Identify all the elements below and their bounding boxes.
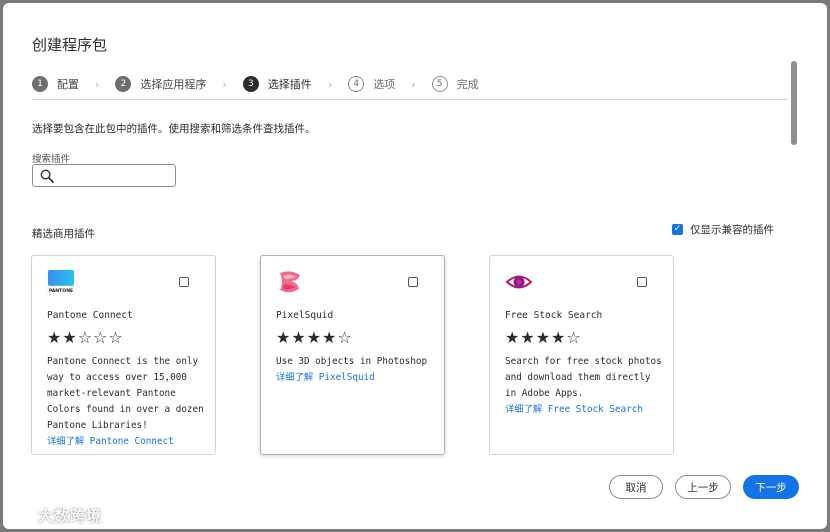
- plugin-name: PixelSquid: [276, 310, 334, 321]
- section-title: 精选商用插件: [32, 228, 95, 240]
- star-rating: ★★★★☆: [276, 328, 353, 347]
- step-label: 配置: [57, 78, 79, 91]
- chevron-right-icon: ›: [95, 77, 100, 91]
- plugin-description-text: Search for free stock photos and downloa…: [505, 356, 662, 399]
- page-description: 选择要包含在此包中的插件。使用搜索和筛选条件查找插件。: [32, 123, 316, 135]
- learn-more-link[interactable]: 详细了解 Pantone Connect: [47, 436, 174, 447]
- search-field[interactable]: [32, 164, 176, 187]
- step-number: 2: [115, 76, 132, 92]
- chevron-right-icon: ›: [222, 77, 227, 91]
- watermark: 大数跨境: [4, 503, 102, 527]
- chevron-right-icon: ›: [411, 77, 416, 91]
- watermark-text: 大数跨境: [38, 506, 103, 525]
- card-checkbox[interactable]: [408, 277, 418, 287]
- next-button[interactable]: 下一步: [743, 475, 799, 499]
- step-label: 选择应用程序: [140, 78, 207, 91]
- stepper: 1 配置 › 2 选择应用程序 › 3 选择插件 › 4 选项 › 5 完成: [32, 72, 479, 96]
- step-number: 3: [242, 76, 259, 92]
- step-number: 1: [32, 76, 48, 92]
- plugin-description-text: Use 3D objects in Photoshop: [276, 356, 428, 367]
- step-select-plugins[interactable]: 3 选择插件: [242, 76, 312, 92]
- learn-more-link[interactable]: 详细了解 PixelSquid: [276, 372, 375, 383]
- eye-logo-icon: [505, 275, 533, 289]
- compatible-only-checkbox[interactable]: ✓ 仅显示兼容的插件: [672, 222, 774, 237]
- step-finish: 5 完成: [431, 76, 479, 92]
- compatible-only-label: 仅显示兼容的插件: [690, 224, 774, 236]
- search-icon: [40, 169, 54, 183]
- plugin-name: Free Stock Search: [505, 310, 603, 321]
- plugin-description-text: Pantone Connect is the only way to acces…: [47, 356, 204, 431]
- star-rating: ★★☆☆☆: [47, 328, 124, 347]
- plugin-description: Use 3D objects in Photoshop 详细了解 PixelSq…: [276, 354, 438, 386]
- card-checkbox[interactable]: [637, 277, 647, 287]
- step-label: 选择插件: [267, 78, 312, 91]
- back-button[interactable]: 上一步: [675, 475, 731, 499]
- search-label: 搜索插件: [32, 154, 71, 165]
- learn-more-link[interactable]: 详细了解 Free Stock Search: [505, 404, 643, 415]
- checkbox-checked-icon[interactable]: ✓: [672, 224, 683, 235]
- search-input[interactable]: [59, 167, 173, 186]
- chevron-right-icon: ›: [327, 77, 333, 91]
- stepper-divider: [32, 99, 787, 100]
- create-package-dialog: 创建程序包 1 配置 › 2 选择应用程序 › 3 选择插件 › 4 选项 › …: [3, 3, 827, 529]
- plugin-card-pixelsquid[interactable]: PixelSquid ★★★★☆ Use 3D objects in Photo…: [260, 255, 445, 455]
- card-checkbox[interactable]: [179, 277, 189, 287]
- plugin-description: Pantone Connect is the only way to acces…: [47, 354, 209, 450]
- pantone-logo-text: PANTONE: [49, 288, 73, 294]
- scrollbar-thumb[interactable]: [791, 61, 797, 145]
- watermark-logo-icon: [5, 504, 31, 526]
- pantone-logo-icon: PANTONE: [47, 270, 75, 295]
- dialog-title: 创建程序包: [32, 36, 108, 54]
- plugin-card-free-stock-search[interactable]: Free Stock Search ★★★★☆ Search for free …: [489, 255, 674, 455]
- step-select-apps[interactable]: 2 选择应用程序: [115, 76, 206, 92]
- plugin-description: Search for free stock photos and downloa…: [505, 354, 667, 418]
- plugin-name: Pantone Connect: [47, 310, 133, 321]
- plugin-card-pantone-connect[interactable]: PANTONE Pantone Connect ★★☆☆☆ Pantone Co…: [31, 255, 216, 455]
- step-configure[interactable]: 1 配置: [32, 76, 79, 92]
- star-rating: ★★★★☆: [505, 328, 582, 347]
- step-label: 选项: [373, 78, 396, 91]
- step-number: 5: [431, 76, 448, 92]
- cancel-button[interactable]: 取消: [609, 475, 663, 499]
- step-options: 4 选项: [348, 76, 395, 92]
- step-label: 完成: [456, 78, 479, 91]
- pixelsquid-logo-icon: [280, 271, 300, 293]
- step-number: 4: [348, 76, 365, 92]
